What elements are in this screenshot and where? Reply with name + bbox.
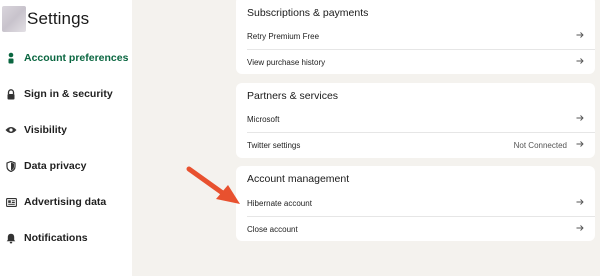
bell-icon: [1, 228, 21, 248]
microsoft-row[interactable]: Microsoft: [236, 106, 595, 132]
page-title: Settings: [27, 9, 90, 28]
view-purchase-history-row[interactable]: View purchase history: [236, 49, 595, 75]
arrow-right-icon: [576, 141, 584, 147]
hibernate-account-row[interactable]: Hibernate account: [236, 190, 595, 216]
sidebar-item-label: Advertising data: [24, 196, 107, 208]
sidebar-item-data-privacy[interactable]: Data privacy: [0, 156, 132, 176]
avatar: [2, 6, 26, 32]
arrow-right-icon: [576, 199, 584, 205]
lock-icon: [1, 84, 21, 104]
sidebar-item-visibility[interactable]: Visibility: [0, 120, 132, 140]
sidebar: Settings Account preferences Sign in & s…: [0, 0, 132, 276]
section-title: Subscriptions & payments: [247, 7, 369, 19]
subscriptions-card: Subscriptions & payments Retry Premium F…: [236, 0, 595, 74]
account-management-card: Account management Hibernate account Clo…: [236, 166, 595, 241]
row-label: Close account: [247, 224, 298, 234]
sidebar-item-label: Visibility: [24, 124, 67, 136]
arrow-right-icon: [576, 225, 584, 231]
row-label: Retry Premium Free: [247, 31, 320, 41]
sidebar-item-sign-in-security[interactable]: Sign in & security: [0, 84, 132, 104]
section-title: Partners & services: [247, 90, 339, 102]
person-icon: [1, 48, 21, 68]
arrow-right-icon: [576, 115, 584, 121]
sidebar-item-label: Account preferences: [24, 52, 129, 64]
sidebar-item-notifications[interactable]: Notifications: [0, 228, 132, 248]
row-label: Hibernate account: [247, 198, 312, 208]
sidebar-item-account-preferences[interactable]: Account preferences: [0, 48, 132, 68]
twitter-settings-row[interactable]: Twitter settings Not Connected: [236, 132, 595, 158]
newspaper-icon: [1, 192, 21, 212]
arrow-right-icon: [576, 32, 584, 38]
retry-premium-row[interactable]: Retry Premium Free: [236, 23, 595, 49]
section-title: Account management: [247, 173, 350, 185]
close-account-row[interactable]: Close account: [236, 216, 595, 242]
eye-icon: [1, 120, 21, 140]
sidebar-item-label: Sign in & security: [24, 88, 113, 100]
partners-card: Partners & services Microsoft Twitter se…: [236, 83, 595, 158]
row-label: View purchase history: [247, 57, 326, 67]
shield-icon: [1, 156, 21, 176]
row-label: Microsoft: [247, 114, 280, 124]
sidebar-item-advertising-data[interactable]: Advertising data: [0, 192, 132, 212]
row-label: Twitter settings: [247, 140, 301, 150]
connection-status: Not Connected: [513, 140, 567, 150]
annotation-arrow-icon: [186, 166, 240, 204]
sidebar-item-label: Notifications: [24, 232, 88, 244]
arrow-right-icon: [576, 58, 584, 64]
sidebar-item-label: Data privacy: [24, 160, 87, 172]
